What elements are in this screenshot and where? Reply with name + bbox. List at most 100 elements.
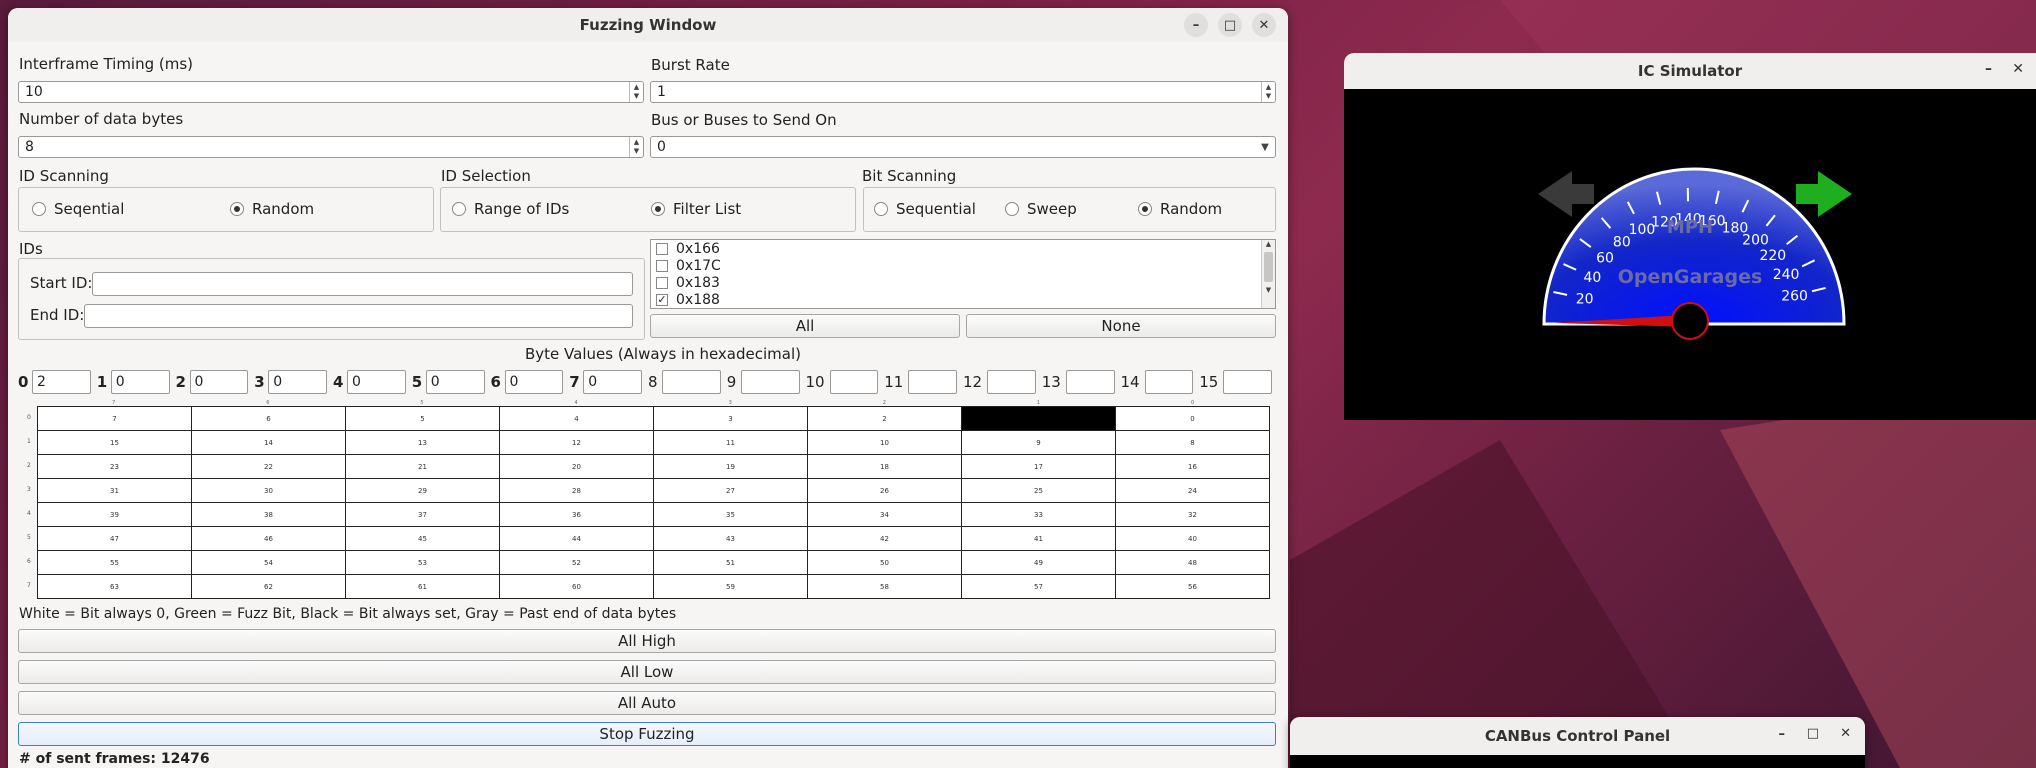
bit-cell[interactable]: 54 [191,550,346,575]
bit-cell[interactable]: 28 [499,478,654,503]
maximize-icon[interactable]: □ [1218,13,1242,37]
canbus-titlebar[interactable]: CANBus Control Panel – □ ✕ [1290,717,1865,755]
bit-cell[interactable]: 63 [37,574,192,599]
bit-cell[interactable]: 35 [653,502,808,527]
minimize-icon[interactable]: – [1779,727,1786,742]
interframe-spinbox[interactable]: 10 ▲ ▼ [18,81,644,103]
bit-cell[interactable]: 56 [1115,574,1270,599]
burst-rate-spinbox[interactable]: 1 ▲ ▼ [650,81,1276,103]
bit-cell[interactable]: 18 [807,454,962,479]
checkbox-icon[interactable] [656,242,668,255]
bit-cell[interactable]: 46 [191,526,346,551]
bit-cell[interactable]: 14 [191,430,346,455]
list-scrollbar[interactable]: ▲ ▼ [1261,240,1275,308]
bit-cell[interactable]: 39 [37,502,192,527]
stop-fuzzing-button[interactable]: Stop Fuzzing [18,722,1276,746]
num-bytes-spinbox[interactable]: 8 ▲ ▼ [18,136,644,158]
bit-cell[interactable]: 58 [807,574,962,599]
bit-cell[interactable]: 5 [345,406,500,431]
bit-cell[interactable]: 0 [1115,406,1270,431]
ic-simulator-titlebar[interactable]: IC Simulator – ✕ [1344,53,2036,89]
bit-cell[interactable]: 45 [345,526,500,551]
bit-cell[interactable]: 61 [345,574,500,599]
bit-cell[interactable]: 12 [499,430,654,455]
byte-value-input[interactable] [987,370,1036,394]
id-filter-list[interactable]: 0x166 0x17C 0x183 ✓ 0x188 ▲ ▼ [650,239,1276,309]
bit-cell[interactable]: 1 [961,406,1116,431]
id-selection-filter-radio[interactable]: Filter List [651,200,741,218]
bit-cell[interactable]: 10 [807,430,962,455]
minimize-icon[interactable]: – [1985,61,1992,77]
bit-cell[interactable]: 11 [653,430,808,455]
bit-cell[interactable]: 2 [807,406,962,431]
bit-cell[interactable]: 16 [1115,454,1270,479]
close-icon[interactable]: ✕ [2012,61,2024,77]
none-ids-button[interactable]: None [966,314,1276,338]
bit-cell[interactable]: 57 [961,574,1116,599]
list-item[interactable]: 0x183 [651,274,1275,291]
id-scanning-random-radio[interactable]: Random [230,200,314,218]
byte-value-input[interactable]: 0 [504,370,564,394]
bit-cell[interactable]: 38 [191,502,346,527]
bit-cell[interactable]: 26 [807,478,962,503]
scroll-up-icon[interactable]: ▲ [1262,240,1275,248]
byte-value-input[interactable]: 0 [583,370,642,394]
bit-cell[interactable]: 15 [37,430,192,455]
end-id-input[interactable] [84,304,633,328]
all-ids-button[interactable]: All [650,314,960,338]
byte-value-input[interactable] [908,370,957,394]
bit-cell[interactable]: 7 [37,406,192,431]
bit-cell[interactable]: 49 [961,550,1116,575]
close-icon[interactable]: ✕ [1840,726,1851,741]
bit-cell[interactable]: 53 [345,550,500,575]
bit-cell[interactable]: 25 [961,478,1116,503]
bit-cell[interactable]: 44 [499,526,654,551]
bit-cell[interactable]: 42 [807,526,962,551]
bit-cell[interactable]: 52 [499,550,654,575]
close-icon[interactable]: ✕ [1252,13,1276,37]
bit-cell[interactable]: 21 [345,454,500,479]
bit-cell[interactable]: 34 [807,502,962,527]
byte-value-input[interactable]: 0 [425,370,485,394]
bit-cell[interactable]: 23 [37,454,192,479]
spin-arrows-icon[interactable]: ▲ ▼ [629,82,643,102]
bit-cell[interactable]: 13 [345,430,500,455]
bit-scanning-random-radio[interactable]: Random [1138,200,1222,218]
scroll-down-icon[interactable]: ▼ [1262,286,1275,294]
all-low-button[interactable]: All Low [18,660,1276,684]
bit-cell[interactable]: 43 [653,526,808,551]
bit-cell[interactable]: 9 [961,430,1116,455]
bit-cell[interactable]: 47 [37,526,192,551]
bit-cell[interactable]: 32 [1115,502,1270,527]
bit-scanning-sweep-radio[interactable]: Sweep [1005,200,1077,218]
id-scanning-sequential-radio[interactable]: Seqential [32,200,124,218]
bit-cell[interactable]: 62 [191,574,346,599]
bit-cell[interactable]: 60 [499,574,654,599]
bit-cell[interactable]: 22 [191,454,346,479]
minimize-icon[interactable]: – [1184,13,1208,37]
byte-value-input[interactable]: 0 [268,370,327,394]
fuzzing-window-titlebar[interactable]: Fuzzing Window – □ ✕ [8,8,1288,42]
list-item[interactable]: 0x17C [651,257,1275,274]
byte-value-input[interactable] [662,370,721,394]
bit-cell[interactable]: 37 [345,502,500,527]
bit-cell[interactable]: 20 [499,454,654,479]
all-auto-button[interactable]: All Auto [18,691,1276,715]
bit-cell[interactable]: 17 [961,454,1116,479]
checkmark-icon[interactable]: ✓ [656,293,668,306]
bit-cell[interactable]: 33 [961,502,1116,527]
bit-cell[interactable]: 4 [499,406,654,431]
bit-cell[interactable]: 8 [1115,430,1270,455]
list-item[interactable]: 0x166 [651,240,1275,257]
bit-cell[interactable]: 51 [653,550,808,575]
start-id-input[interactable] [92,272,633,296]
bit-cell[interactable]: 30 [191,478,346,503]
bit-cell[interactable]: 40 [1115,526,1270,551]
byte-value-input[interactable]: 0 [347,370,406,394]
bit-cell[interactable]: 29 [345,478,500,503]
checkbox-icon[interactable] [656,259,668,272]
byte-value-input[interactable]: 0 [189,370,249,394]
bit-cell[interactable]: 3 [653,406,808,431]
bit-cell[interactable]: 31 [37,478,192,503]
bit-cell[interactable]: 19 [653,454,808,479]
